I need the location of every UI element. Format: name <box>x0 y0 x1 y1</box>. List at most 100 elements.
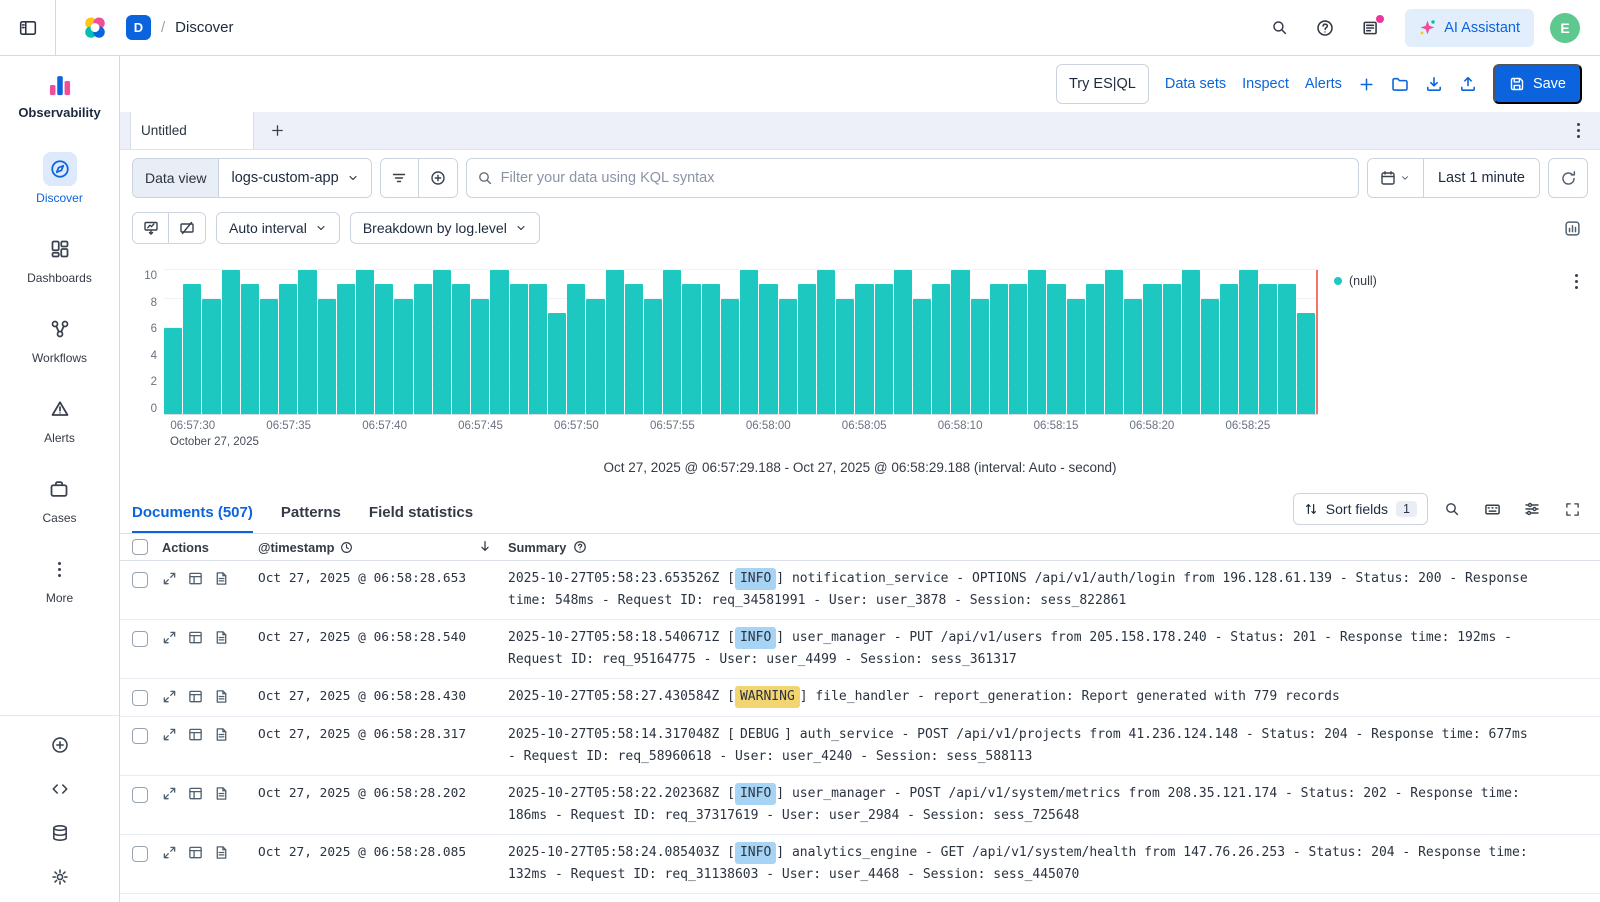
sidebar-item-dashboards[interactable]: Dashboards <box>27 232 92 285</box>
view-document-icon[interactable] <box>214 630 229 645</box>
legend-item[interactable]: (null) <box>1334 274 1377 288</box>
histogram-bar[interactable] <box>1220 284 1238 414</box>
histogram-bar[interactable] <box>951 270 969 414</box>
histogram-bar[interactable] <box>1163 284 1181 414</box>
elastic-logo-icon[interactable] <box>82 15 108 41</box>
expand-document-icon[interactable] <box>162 786 177 801</box>
histogram-bar[interactable] <box>740 270 758 414</box>
sidebar-item-workflows[interactable]: Workflows <box>32 312 87 365</box>
histogram-bar[interactable] <box>510 284 528 414</box>
kql-search-input[interactable] <box>501 170 1348 186</box>
new-session-plus-icon[interactable] <box>1358 76 1375 93</box>
histogram-bar[interactable] <box>241 284 259 414</box>
expand-document-icon[interactable] <box>162 845 177 860</box>
histogram-bar[interactable] <box>1278 284 1296 414</box>
histogram-bar[interactable] <box>1239 270 1257 414</box>
row-checkbox[interactable] <box>132 572 148 588</box>
interval-select[interactable]: Auto interval <box>216 212 340 244</box>
histogram-bar[interactable] <box>452 284 470 414</box>
histogram-bar[interactable] <box>260 299 278 414</box>
histogram-bar[interactable] <box>490 270 508 414</box>
histogram-bar[interactable] <box>779 299 797 414</box>
try-esql-button[interactable]: Try ES|QL <box>1056 64 1149 104</box>
histogram-bar[interactable] <box>183 284 201 414</box>
histogram-bar[interactable] <box>836 299 854 414</box>
session-tab-untitled[interactable]: Untitled <box>130 112 254 149</box>
histogram-bar[interactable] <box>414 284 432 414</box>
search-documents-icon[interactable] <box>1436 493 1468 525</box>
hide-chart-icon[interactable] <box>169 213 205 243</box>
histogram-bar[interactable] <box>1297 313 1315 414</box>
settings-gear-icon[interactable] <box>51 868 69 886</box>
histogram-bar[interactable] <box>394 299 412 414</box>
search-icon[interactable] <box>1261 10 1297 46</box>
histogram-bar[interactable] <box>625 284 643 414</box>
keyboard-shortcuts-icon[interactable] <box>1476 493 1508 525</box>
ai-assistant-button[interactable]: AI Assistant <box>1405 9 1534 47</box>
histogram-bar[interactable] <box>375 284 393 414</box>
histogram-bar[interactable] <box>913 299 931 414</box>
histogram-bar[interactable] <box>663 270 681 414</box>
histogram-bar[interactable] <box>1182 270 1200 414</box>
histogram-bar[interactable] <box>318 299 336 414</box>
toggle-details-icon[interactable] <box>188 689 203 704</box>
add-filter-icon[interactable] <box>419 159 457 197</box>
histogram-bar[interactable] <box>875 284 893 414</box>
histogram-bar[interactable] <box>1259 284 1277 414</box>
histogram-bar[interactable] <box>298 270 316 414</box>
histogram-bar[interactable] <box>548 313 566 414</box>
move-chart-icon[interactable] <box>133 213 169 243</box>
histogram-bar[interactable] <box>202 299 220 414</box>
expand-document-icon[interactable] <box>162 689 177 704</box>
expand-document-icon[interactable] <box>162 571 177 586</box>
view-document-icon[interactable] <box>214 571 229 586</box>
view-document-icon[interactable] <box>214 727 229 742</box>
data-sets-link[interactable]: Data sets <box>1165 76 1226 92</box>
sort-fields-button[interactable]: Sort fields 1 <box>1293 493 1428 525</box>
histogram-bar[interactable] <box>164 328 182 414</box>
fullscreen-icon[interactable] <box>1556 493 1588 525</box>
histogram-bar[interactable] <box>759 284 777 414</box>
alerts-link[interactable]: Alerts <box>1305 76 1342 92</box>
histogram-bar[interactable] <box>990 284 1008 414</box>
nav-menu-icon[interactable] <box>0 0 56 55</box>
refresh-query-button[interactable] <box>1548 158 1588 198</box>
histogram-bar[interactable] <box>356 270 374 414</box>
solution-switcher[interactable]: Observability <box>18 72 100 120</box>
histogram-plot[interactable] <box>164 270 1318 415</box>
sidebar-item-more[interactable]: More <box>43 552 77 605</box>
help-icon[interactable] <box>1307 10 1343 46</box>
space-badge[interactable]: D <box>126 15 151 40</box>
expand-document-icon[interactable] <box>162 630 177 645</box>
histogram-bar[interactable] <box>1086 284 1104 414</box>
save-button[interactable]: Save <box>1493 64 1582 104</box>
histogram-bar[interactable] <box>932 284 950 414</box>
histogram-bar[interactable] <box>1009 284 1027 414</box>
toggle-details-icon[interactable] <box>188 786 203 801</box>
chart-options-icon[interactable] <box>1556 212 1588 244</box>
toggle-details-icon[interactable] <box>188 571 203 586</box>
time-range-button[interactable]: Last 1 minute <box>1424 159 1539 197</box>
sort-descending-icon[interactable] <box>478 539 492 556</box>
toggle-details-icon[interactable] <box>188 727 203 742</box>
breakdown-select[interactable]: Breakdown by log.level <box>350 212 540 244</box>
histogram-bar[interactable] <box>971 299 989 414</box>
histogram-bar[interactable] <box>529 284 547 414</box>
histogram-bar[interactable] <box>337 284 355 414</box>
toggle-details-icon[interactable] <box>188 630 203 645</box>
histogram-bar[interactable] <box>721 299 739 414</box>
dev-tools-icon[interactable] <box>51 780 69 798</box>
histogram-bar[interactable] <box>1124 299 1142 414</box>
display-options-icon[interactable] <box>1516 493 1548 525</box>
share-icon[interactable] <box>1459 75 1477 93</box>
histogram-bar[interactable] <box>894 270 912 414</box>
histogram-bar[interactable] <box>586 299 604 414</box>
sidebar-item-alerts[interactable]: Alerts <box>43 392 77 445</box>
histogram-bar[interactable] <box>1028 270 1046 414</box>
histogram-bar[interactable] <box>702 284 720 414</box>
histogram-bar[interactable] <box>1067 299 1085 414</box>
histogram-bar[interactable] <box>606 270 624 414</box>
chart-menu-kebab-icon[interactable] <box>1575 280 1578 283</box>
add-icon[interactable] <box>51 736 69 754</box>
tab-documents[interactable]: Documents (507) <box>132 504 253 533</box>
